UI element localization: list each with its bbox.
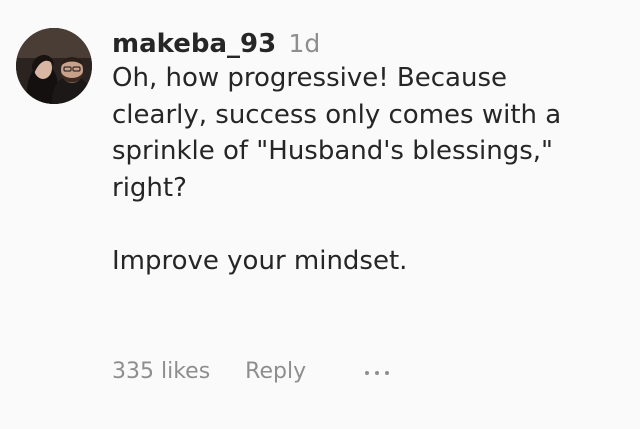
comment-text-line: sprinkle of "Husband's blessings," bbox=[112, 136, 554, 166]
timestamp: 1d bbox=[288, 29, 321, 58]
comment-content: makeba_93 1d Oh, how progressive! Becaus… bbox=[112, 28, 632, 279]
likes-count[interactable]: 335 likes bbox=[112, 359, 210, 384]
more-options-icon[interactable] bbox=[365, 354, 395, 384]
username[interactable]: makeba_93 bbox=[112, 29, 276, 59]
comment-text-line: clearly, success only comes with a bbox=[112, 99, 562, 130]
avatar-photo-icon[interactable] bbox=[16, 28, 92, 104]
comment-text: Oh, how progressive! Because clearly, su… bbox=[112, 60, 632, 279]
comment-header: makeba_93 1d bbox=[112, 28, 632, 60]
comment: makeba_93 1d Oh, how progressive! Becaus… bbox=[0, 0, 640, 429]
comment-text-line: right? bbox=[112, 172, 187, 203]
comment-text-line: Oh, how progressive! Because bbox=[112, 63, 508, 93]
comment-actions: 335 likes Reply bbox=[112, 357, 395, 387]
reply-button[interactable]: Reply bbox=[245, 359, 306, 384]
comment-text-line: Improve your mindset. bbox=[112, 245, 408, 276]
